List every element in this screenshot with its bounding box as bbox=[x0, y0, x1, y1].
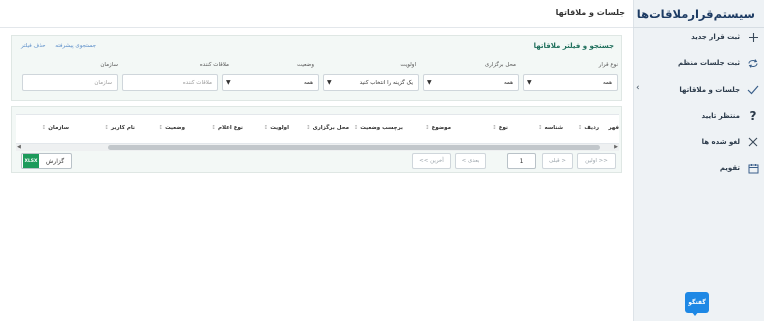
sidebar-item-label: تقویم bbox=[719, 164, 740, 172]
priority-select[interactable]: یک گزینه را انتخاب کنید ▼ bbox=[323, 74, 419, 91]
excel-icon: XLSX bbox=[23, 154, 39, 168]
sort-icon: ↕ bbox=[263, 125, 269, 131]
chat-bubble-tail bbox=[691, 311, 699, 316]
column-header-type[interactable]: نوع↕ bbox=[492, 125, 508, 131]
recurring-icon bbox=[746, 56, 760, 70]
visitor-input[interactable]: ملاقات کننده bbox=[122, 74, 218, 91]
prev-page-button[interactable]: < قبلی bbox=[542, 153, 573, 169]
column-header-status[interactable]: وضعیت↕ bbox=[158, 125, 185, 131]
sidebar-item-calendar[interactable]: تقویم bbox=[638, 158, 760, 178]
sidebar-item-new-appointment[interactable]: ثبت قرار جدید bbox=[638, 27, 760, 47]
chat-button[interactable]: گفتگو bbox=[685, 292, 709, 313]
sort-icon: ↕ bbox=[104, 125, 109, 131]
close-icon bbox=[746, 135, 760, 149]
table-header: فهر ردیف↕ شناسه↕ نوع↕ موضوع↕ برچسب وضعیت… bbox=[16, 114, 619, 144]
sidebar-item-label: جلسات و ملاقاتها bbox=[679, 86, 740, 94]
sidebar-item-label: لغو شده ها bbox=[701, 138, 740, 146]
dropdown-arrow-icon: ▼ bbox=[427, 79, 432, 86]
column-header-priority[interactable]: اولویت↕ bbox=[264, 125, 289, 131]
sort-icon: ↕ bbox=[577, 125, 583, 131]
dropdown-arrow-icon: ▼ bbox=[327, 79, 332, 86]
sort-icon: ↕ bbox=[425, 125, 430, 131]
priority-value: یک گزینه را انتخاب کنید bbox=[359, 79, 413, 86]
sidebar: سیستم‌قرار‌ملاقات‌ها ثبت قرار جدید ثبت ج… bbox=[633, 0, 764, 321]
filter-links: جستجوی پیشرفته حذف فیلتر bbox=[17, 43, 100, 49]
type-value: همه bbox=[602, 79, 612, 86]
advanced-search-link[interactable]: جستجوی پیشرفته bbox=[55, 43, 96, 49]
sidebar-item-cancelled[interactable]: لغو شده ها bbox=[638, 132, 760, 152]
last-page-button[interactable]: آخرین >> bbox=[412, 153, 451, 169]
type-label: نوع قرار bbox=[598, 62, 618, 68]
app-window: سیستم‌قرار‌ملاقات‌ها ثبت قرار جدید ثبت ج… bbox=[0, 0, 764, 321]
question-icon: ? bbox=[749, 109, 757, 123]
first-page-button[interactable]: << اولین bbox=[577, 153, 616, 169]
sort-icon: ↕ bbox=[305, 125, 311, 131]
horizontal-scrollbar[interactable]: ◀ ▶ bbox=[16, 144, 619, 151]
chat-label: گفتگو bbox=[688, 299, 706, 306]
sort-icon: ↕ bbox=[41, 125, 47, 131]
dropdown-arrow-icon: ▼ bbox=[527, 79, 532, 86]
status-value: همه bbox=[303, 79, 313, 86]
org-input[interactable]: سازمان bbox=[22, 74, 118, 91]
status-label: وضعیت bbox=[296, 62, 314, 68]
calendar-icon bbox=[746, 161, 760, 175]
column-header-extra[interactable]: فهر bbox=[608, 125, 619, 131]
column-header-org[interactable]: سازمان↕ bbox=[42, 125, 69, 131]
sort-icon: ↕ bbox=[353, 125, 359, 131]
report-label: گزارش bbox=[46, 157, 65, 165]
column-header-subject[interactable]: موضوع↕ bbox=[425, 125, 451, 131]
sidebar-item-label: منتظر تایید bbox=[701, 112, 740, 120]
location-value: همه bbox=[503, 79, 513, 86]
column-header-announce-type[interactable]: نوع اعلام↕ bbox=[211, 125, 243, 131]
column-header-status-tag[interactable]: برچسب وضعیت↕ bbox=[354, 125, 403, 131]
table-panel: فهر ردیف↕ شناسه↕ نوع↕ موضوع↕ برچسب وضعیت… bbox=[11, 106, 622, 173]
page-title: جلسات و ملاقاتها bbox=[555, 8, 625, 17]
column-header-location[interactable]: محل برگزاری↕ bbox=[306, 125, 349, 131]
sort-icon: ↕ bbox=[211, 125, 216, 131]
sidebar-item-label: ثبت جلسات منظم bbox=[678, 59, 740, 67]
report-button[interactable]: XLSX گزارش bbox=[21, 153, 72, 169]
org-placeholder: سازمان bbox=[94, 79, 112, 86]
visitor-placeholder: ملاقات کننده bbox=[182, 79, 212, 86]
sidebar-item-recurring-meetings[interactable]: ثبت جلسات منظم bbox=[638, 53, 760, 73]
column-header-username[interactable]: نام کاربر↕ bbox=[104, 125, 135, 131]
page-number-input[interactable]: 1 bbox=[507, 153, 536, 169]
sidebar-item-label: ثبت قرار جدید bbox=[691, 33, 740, 41]
column-header-id[interactable]: شناسه↕ bbox=[538, 125, 563, 131]
dropdown-arrow-icon: ▼ bbox=[226, 79, 231, 86]
next-page-button[interactable]: بعدی > bbox=[455, 153, 486, 169]
priority-label: اولویت bbox=[400, 62, 416, 68]
type-select[interactable]: همه ▼ bbox=[523, 74, 618, 91]
status-select[interactable]: همه ▼ bbox=[222, 74, 319, 91]
clear-filter-link[interactable]: حذف فیلتر bbox=[21, 43, 46, 49]
app-title: سیستم‌قرار‌ملاقات‌ها bbox=[636, 7, 755, 21]
column-header-row[interactable]: ردیف↕ bbox=[578, 125, 599, 131]
sidebar-item-meetings[interactable]: ‹ جلسات و ملاقاتها bbox=[636, 80, 760, 100]
visitor-label: ملاقات کننده bbox=[199, 62, 229, 68]
sidebar-item-pending[interactable]: منتظر تایید ? bbox=[638, 106, 760, 126]
org-label: سازمان bbox=[100, 62, 118, 68]
sort-icon: ↕ bbox=[492, 125, 497, 131]
location-select[interactable]: همه ▼ bbox=[423, 74, 519, 91]
scroll-left-icon[interactable]: ◀ bbox=[17, 144, 21, 150]
check-icon bbox=[746, 83, 760, 97]
header: جلسات و ملاقاتها bbox=[0, 0, 633, 28]
sort-icon: ↕ bbox=[158, 125, 164, 131]
chevron-left-icon: ‹ bbox=[636, 83, 640, 93]
scrollbar-thumb[interactable] bbox=[108, 145, 600, 150]
location-label: محل برگزاری bbox=[484, 62, 516, 68]
filter-panel: جستجو و فیلتر ملاقاتها جستجوی پیشرفته حذ… bbox=[11, 35, 622, 101]
scroll-right-icon[interactable]: ▶ bbox=[614, 144, 618, 150]
sort-icon: ↕ bbox=[537, 125, 543, 131]
plus-icon bbox=[746, 30, 760, 44]
filter-title: جستجو و فیلتر ملاقاتها bbox=[533, 42, 614, 50]
